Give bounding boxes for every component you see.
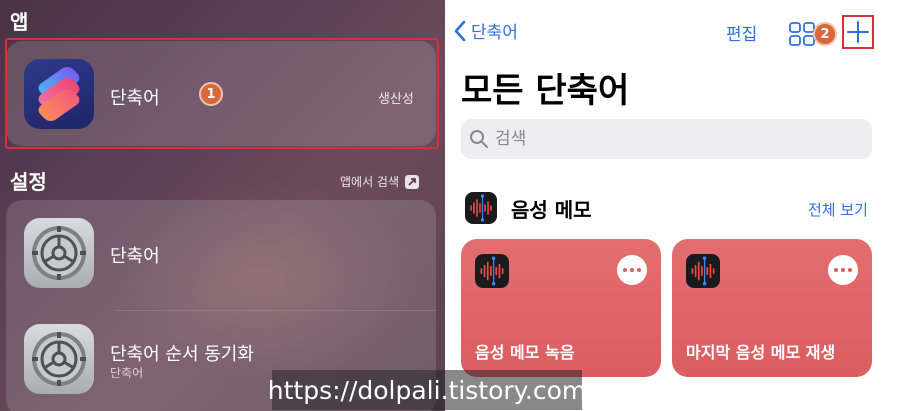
settings-section-title: 설정 [10,170,47,194]
settings-result-name: 단축어 [110,246,160,267]
voice-memo-icon [475,254,509,288]
voice-memo-icon [465,192,497,224]
shortcut-card-label: 음성 메모 녹음 [475,343,575,362]
arrow-up-right-icon [405,174,420,189]
search-bar[interactable] [461,119,872,159]
edit-button[interactable]: 편집 [726,20,757,45]
ellipsis-icon[interactable] [617,255,647,285]
apps-section-title: 앱 [10,10,29,34]
grid-icon[interactable] [789,22,815,46]
shortcut-card-record-voice-memo[interactable]: 음성 메모 녹음 [461,239,661,377]
settings-result-name: 단축어 순서 동기화 [110,344,254,365]
shortcut-card-label: 마지막 음성 메모 재생 [686,343,836,362]
settings-gear-icon [24,324,94,394]
step-badge-1: 1 [199,82,223,106]
back-button[interactable]: 단축어 [453,18,518,43]
shortcuts-app-panel: 단축어 편집 2 모든 단축어 검색 음성 메모 전체 보기 음성 메모 녹음 … [445,0,900,411]
add-shortcut-button[interactable] [842,15,874,49]
spotlight-results-panel: 앱 단축어 생산성 1 설정 앱에서 검색 단축어 단축어 순서 동기화 단축어 [0,0,445,411]
voice-memo-icon [686,254,720,288]
ellipsis-icon[interactable] [828,255,858,285]
search-in-app-link[interactable]: 앱에서 검색 [340,173,420,190]
see-all-button[interactable]: 전체 보기 [808,199,868,220]
chevron-left-icon [454,20,466,41]
page-title: 모든 단축어 [461,71,630,111]
search-in-app-label: 앱에서 검색 [340,175,400,189]
settings-gear-icon [24,218,94,288]
back-label: 단축어 [471,23,518,43]
step-badge-2: 2 [813,22,837,46]
search-input[interactable] [495,129,855,149]
settings-result-row[interactable]: 단축어 [6,200,436,310]
shortcut-card-play-last-voice-memo[interactable]: 마지막 음성 메모 재생 [672,239,872,377]
settings-result-sub: 단축어 [110,366,144,380]
search-icon [470,130,488,148]
section-name: 음성 메모 [511,197,592,222]
watermark: https://dolpali.tistory.com [268,370,586,410]
plus-icon [847,21,869,43]
voice-memo-section-header: 음성 메모 [465,192,592,224]
